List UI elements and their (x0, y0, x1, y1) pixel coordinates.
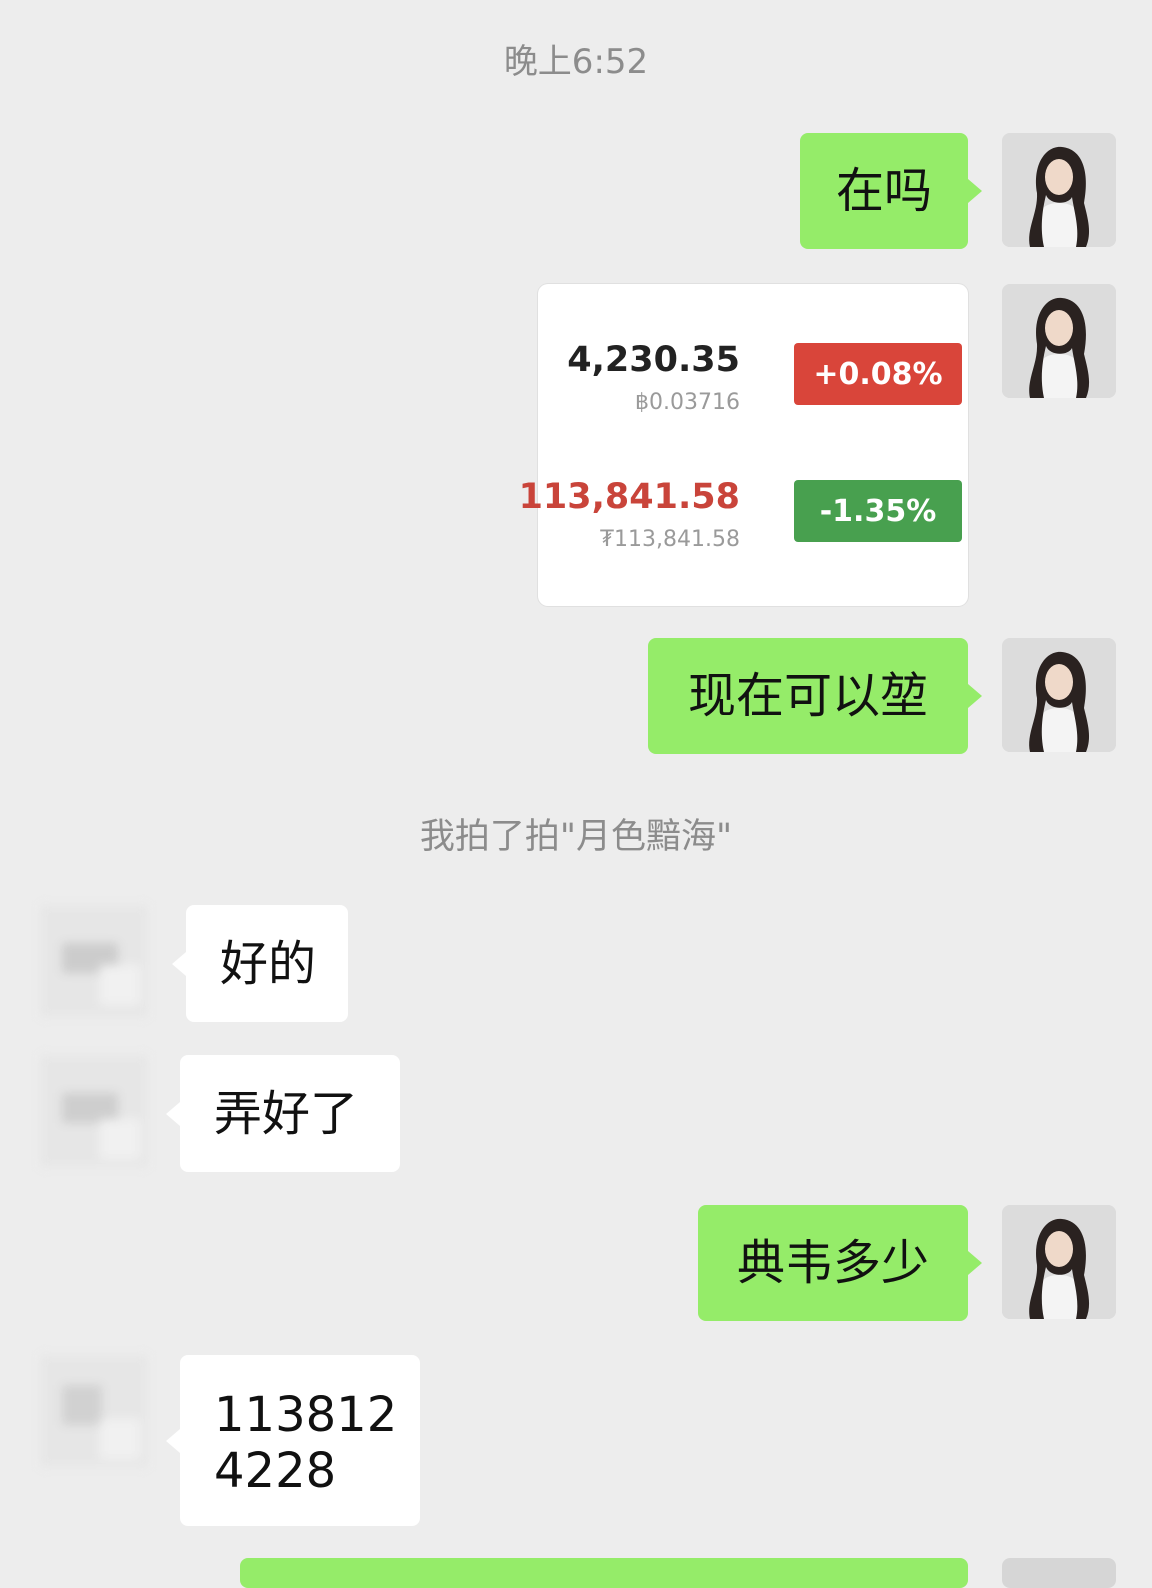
self-avatar-partial[interactable] (1002, 1558, 1116, 1588)
self-avatar[interactable] (1002, 638, 1116, 752)
incoming-message-bubble[interactable]: 113812 4228 (166, 1355, 420, 1526)
price-sub-value: ฿0.03716 (635, 390, 740, 415)
price-card[interactable]: 4,230.35 ฿0.03716 +0.08% 113,841.58 ₮113… (519, 284, 968, 606)
system-message: 我拍了拍"月色黯海" (419, 817, 733, 857)
message-text: 现在可以堃 (687, 668, 928, 724)
contact-avatar[interactable] (40, 1355, 148, 1467)
message-text: 在吗 (835, 163, 932, 219)
incoming-message-bubble[interactable]: 弄好了 (166, 1055, 400, 1172)
chat-timestamp: 晚上6:52 (503, 42, 649, 82)
price-value: 113,841.58 (518, 477, 740, 517)
incoming-message-bubble[interactable]: 好的 (172, 905, 348, 1022)
self-avatar[interactable] (1002, 1205, 1116, 1319)
self-avatar[interactable] (1002, 284, 1116, 398)
price-sub-value: ₮113,841.58 (600, 527, 740, 552)
message-text: 好的 (220, 935, 317, 992)
message-text: 弄好了 (214, 1085, 359, 1142)
outgoing-message-bubble[interactable]: 现在可以堃 (648, 638, 982, 754)
contact-avatar[interactable] (40, 1055, 148, 1167)
outgoing-message-bubble-partial[interactable] (240, 1558, 968, 1588)
outgoing-message-bubble[interactable]: 在吗 (800, 133, 982, 249)
price-value: 4,230.35 (567, 340, 740, 380)
outgoing-message-bubble[interactable]: 典韦多少 (698, 1205, 982, 1321)
change-badge-up: +0.08% (794, 343, 962, 405)
message-text-line: 4228 (214, 1443, 337, 1499)
self-avatar[interactable] (1002, 133, 1116, 247)
contact-avatar[interactable] (40, 905, 148, 1017)
change-badge-down: -1.35% (794, 480, 962, 542)
message-text-line: 113812 (214, 1387, 398, 1443)
message-text: 典韦多少 (736, 1235, 929, 1291)
